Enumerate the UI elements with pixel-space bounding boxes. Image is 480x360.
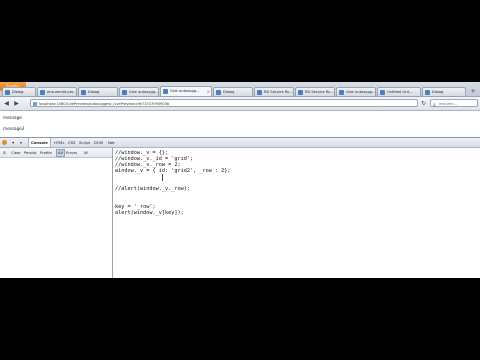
tab-strip: Firefox Dialog ensurendit.pro... Dialog …: [0, 82, 480, 97]
firebug-inspect-icon[interactable]: ⌖: [10, 138, 16, 147]
browser-tab[interactable]: Grdr autosugg...: [119, 87, 159, 96]
url-bar[interactable]: localhost:1080/LivePreview/autosuggest_L…: [30, 99, 418, 107]
browser-tab[interactable]: ensurendit.pro...: [37, 87, 77, 96]
page-favicon-icon: [163, 89, 168, 94]
browser-tab[interactable]: Dialog: [213, 87, 253, 96]
tab-label: RD Service Ru...: [264, 90, 293, 94]
search-bar[interactable]: g ensuren...: [430, 99, 478, 107]
tab-html[interactable]: HTML: [52, 138, 67, 147]
clear-button[interactable]: Clear: [11, 148, 21, 157]
browser-tab-active[interactable]: Grdr autosugg... ×: [160, 86, 212, 96]
browser-window: Firefox Dialog ensurendit.pro... Dialog …: [0, 82, 480, 278]
message2-label: message2: [3, 126, 25, 131]
command-editor[interactable]: //window._v = {}; //window._v._id = 'gri…: [114, 148, 480, 278]
message-label: message: [3, 115, 22, 120]
console-toolbar: ⦸ Clear Persist Profile All Errors W: [0, 148, 112, 158]
firebug-panel: ⌖ ▾ Console HTML CSS Script DOM Net ⦸ Cl…: [0, 137, 480, 278]
new-tab-button[interactable]: +: [468, 87, 478, 96]
page-favicon-icon: [5, 90, 10, 95]
navigation-bar: ◀ ▶ localhost:1080/LivePreview/autosugge…: [0, 97, 480, 111]
forward-arrow-icon[interactable]: ▶: [12, 99, 21, 108]
tab-net[interactable]: Net: [106, 138, 117, 147]
tab-script[interactable]: Script: [77, 138, 92, 147]
code-line: window._v = { id: 'grid2', _row : 2};: [115, 168, 231, 174]
tab-console[interactable]: Console: [28, 138, 51, 147]
tab-label: Dialog: [88, 90, 100, 94]
search-text: ensuren...: [439, 102, 457, 106]
page-content: message message2: [0, 111, 480, 135]
tab-label: Dialog: [12, 90, 24, 94]
browser-tab[interactable]: RD Service Ru...: [254, 87, 294, 96]
reload-icon[interactable]: ↻: [419, 99, 428, 108]
persist-button[interactable]: Persist: [24, 148, 37, 157]
page-favicon-icon: [40, 90, 45, 95]
site-identity-icon[interactable]: [33, 102, 37, 106]
firebug-toolbar: ⌖ ▾ Console HTML CSS Script DOM Net: [0, 138, 480, 148]
tab-label: Grdr autosugg...: [129, 90, 159, 94]
code-line: //alert(window._v._row);: [115, 186, 190, 192]
console-log: [0, 158, 112, 278]
page-favicon-icon: [81, 90, 86, 95]
page-favicon-icon: [216, 90, 221, 95]
browser-tab[interactable]: Dialog: [2, 87, 36, 96]
filter-all-button[interactable]: All: [56, 149, 65, 157]
browser-tab[interactable]: Untitled Grd...: [377, 87, 421, 96]
close-tab-icon[interactable]: ×: [207, 87, 210, 96]
text-cursor: [162, 174, 163, 181]
filter-errors-button[interactable]: Errors: [66, 148, 77, 157]
browser-tab[interactable]: Dialog: [78, 87, 118, 96]
url-text: localhost:1080/LivePreview/autosuggest_L…: [39, 102, 170, 106]
profile-button[interactable]: Profile: [40, 148, 52, 157]
page-favicon-icon: [425, 90, 430, 95]
panel-splitter[interactable]: [112, 148, 113, 278]
tab-label: Dialog: [223, 90, 235, 94]
tab-css[interactable]: CSS: [66, 138, 77, 147]
tab-label: ensurendit.pro...: [47, 90, 77, 94]
firebug-menu-icon[interactable]: ▾: [18, 138, 24, 147]
tab-label: Grdr autosugg...: [170, 89, 200, 93]
page-favicon-icon: [257, 90, 262, 95]
firebug-bug-icon[interactable]: [2, 140, 7, 145]
page-favicon-icon: [339, 90, 344, 95]
page-favicon-icon: [122, 90, 127, 95]
console-pause-icon[interactable]: ⦸: [3, 148, 5, 157]
google-icon[interactable]: g: [433, 101, 436, 109]
browser-tab[interactable]: Grdr autosugg...: [336, 87, 376, 96]
page-favicon-icon: [298, 90, 303, 95]
tab-label: Dialog: [432, 90, 444, 94]
tab-label: Grdr autosugg...: [346, 90, 376, 94]
code-line: alert(window._v[key]);: [115, 210, 184, 216]
tab-label: Untitled Grd...: [387, 90, 413, 94]
tab-dom[interactable]: DOM: [92, 138, 105, 147]
back-arrow-icon[interactable]: ◀: [2, 99, 11, 108]
tab-label: RD Service Ru...: [305, 90, 334, 94]
page-favicon-icon: [380, 90, 385, 95]
browser-tab[interactable]: Dialog: [422, 87, 466, 96]
filter-warnings-button[interactable]: W: [84, 148, 88, 157]
browser-tab[interactable]: RD Service Ru...: [295, 87, 335, 96]
